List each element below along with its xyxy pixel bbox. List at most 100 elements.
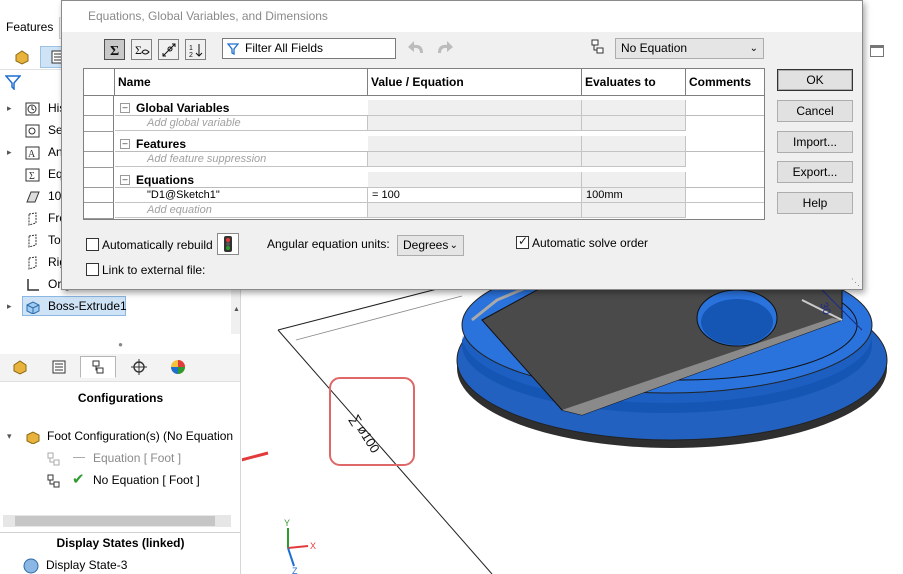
collapse-minus-icon[interactable]: – (120, 103, 130, 113)
equation-name-cell[interactable]: "D1@Sketch1" (115, 188, 368, 203)
feature-manager-icon[interactable] (4, 46, 40, 68)
equation-value-cell[interactable]: = 100 (368, 188, 582, 203)
resize-grip-icon[interactable]: ⋱ (851, 277, 860, 288)
link-external-checkbox[interactable] (86, 263, 99, 276)
collapse-minus-icon[interactable]: – (120, 139, 130, 149)
panel-toolbar-bottom (0, 354, 240, 382)
collapse-arrow-icon[interactable]: ▾ (7, 425, 12, 447)
sketch-equation-view-button[interactable]: Σ (131, 39, 152, 60)
tree-item-boss-extrude[interactable]: ▸ Boss-Extrude1 (0, 295, 240, 317)
config-item-equation[interactable]: Equation [ Foot ] (0, 447, 240, 469)
row-selector[interactable] (84, 168, 114, 188)
ok-button[interactable]: OK (777, 69, 853, 91)
angular-units-value: Degrees (403, 238, 449, 252)
filter-label: Filter All Fields (245, 41, 324, 55)
axis-x-label: X (310, 541, 316, 551)
auto-rebuild-checkbox[interactable] (86, 238, 99, 251)
ordered-view-button[interactable]: 12 (185, 39, 206, 60)
equations-dialog: Equations, Global Variables, and Dimensi… (61, 0, 863, 290)
row-selector[interactable] (84, 152, 114, 168)
add-feature-suppression-cell[interactable]: Add feature suppression (115, 152, 368, 167)
config-item-no-equation[interactable]: ✔ No Equation [ Foot ] (0, 469, 240, 491)
section-label: Equations (136, 173, 195, 187)
filter-funnel-icon (226, 42, 240, 61)
import-button[interactable]: Import... (777, 131, 853, 153)
row-selector[interactable] (84, 203, 114, 219)
tab-features[interactable]: Features (0, 17, 61, 39)
grid-corner (84, 69, 115, 96)
viewport-icon[interactable] (870, 45, 884, 57)
row-selector[interactable] (84, 132, 114, 152)
redo-icon[interactable] (434, 39, 454, 60)
configuration-select[interactable]: No Equation ⌄ (615, 38, 764, 59)
inactive-dash-icon (73, 457, 85, 458)
row-selector[interactable] (84, 116, 114, 132)
scroll-up-icon[interactable]: ▲ (233, 306, 240, 313)
property-manager-icon[interactable] (41, 356, 77, 378)
plane-icon (25, 233, 41, 248)
angular-units-select[interactable]: Degrees ⌄ (397, 235, 464, 256)
dimension-view-button[interactable] (158, 39, 179, 60)
configurations-title: Configurations (77, 391, 164, 405)
filter-funnel-icon[interactable] (4, 74, 22, 93)
plane-icon (25, 255, 41, 270)
origin-icon (25, 277, 41, 291)
display-state-label: Display State-3 (46, 558, 128, 572)
row-selector[interactable] (84, 96, 114, 116)
config-hscrollbar[interactable] (3, 515, 231, 527)
help-button[interactable]: Help (777, 192, 853, 214)
active-checkmark-icon: ✔ (72, 471, 85, 488)
axis-y-label: Y (284, 518, 290, 528)
svg-text:Σ: Σ (110, 44, 119, 58)
auto-rebuild-label: Automatically rebuild (102, 238, 213, 252)
splitter-handle[interactable]: ● (0, 338, 240, 352)
svg-text:1: 1 (189, 45, 193, 52)
equation-evaluates-cell: 100mm (582, 188, 686, 203)
svg-text:Σ: Σ (29, 171, 35, 182)
config-root-label: Foot Configuration(s) (No Equation (47, 429, 234, 443)
column-header-value[interactable]: Value / Equation (368, 69, 582, 96)
plane-icon (25, 211, 41, 226)
auto-solve-checkbox[interactable] (516, 234, 529, 249)
add-global-variable-cell[interactable]: Add global variable (115, 116, 368, 131)
feature-manager-icon[interactable] (2, 356, 38, 378)
config-icon (47, 473, 61, 495)
display-states-title: Display States (linked) (56, 536, 185, 550)
annotation-icon: A (25, 145, 41, 160)
config-item-label: Equation [ Foot ] (93, 451, 182, 465)
svg-text:2: 2 (189, 52, 193, 58)
column-header-evaluates[interactable]: Evaluates to (582, 69, 686, 96)
display-state-item[interactable]: Display State-3 (0, 554, 240, 574)
config-root-foot[interactable]: ▾ Foot Configuration(s) (No Equation (0, 425, 240, 447)
display-manager-icon[interactable] (160, 356, 196, 378)
undo-icon[interactable] (407, 39, 427, 60)
expand-arrow-icon[interactable]: ▸ (7, 97, 12, 119)
equation-view-button[interactable]: Σ (104, 39, 125, 60)
expand-arrow-icon[interactable]: ▸ (7, 295, 12, 317)
add-equation-cell[interactable]: Add equation (115, 203, 368, 218)
link-external-label: Link to external file: (102, 263, 206, 277)
config-item-label: No Equation [ Foot ] (93, 473, 200, 487)
history-icon (25, 101, 41, 116)
diameter-dimension[interactable]: ∑ ø100 (347, 412, 382, 456)
axis-z-label: Z (292, 566, 298, 574)
export-button[interactable]: Export... (777, 161, 853, 183)
expand-arrow-icon[interactable]: ▸ (7, 141, 12, 163)
part-config-icon (25, 429, 41, 445)
configuration-manager-icon[interactable] (80, 356, 116, 378)
column-header-name[interactable]: Name (115, 69, 368, 96)
cancel-button[interactable]: Cancel (777, 100, 853, 122)
column-header-comments[interactable]: Comments (686, 69, 764, 96)
filter-field[interactable]: Filter All Fields (222, 38, 396, 59)
equation-comment-cell[interactable] (686, 188, 764, 203)
row-selector[interactable] (84, 188, 114, 203)
dialog-title: Equations, Global Variables, and Dimensi… (62, 1, 862, 32)
material-icon (25, 189, 41, 203)
auto-solve-label: Automatic solve order (532, 236, 649, 250)
collapse-minus-icon[interactable]: – (120, 175, 130, 185)
svg-text:Σ: Σ (135, 43, 142, 57)
angular-units-label: Angular equation units: (267, 237, 390, 251)
rebuild-traffic-light-icon[interactable] (217, 233, 239, 255)
display-state-icon (23, 558, 39, 574)
dimxpert-icon[interactable] (121, 356, 157, 378)
